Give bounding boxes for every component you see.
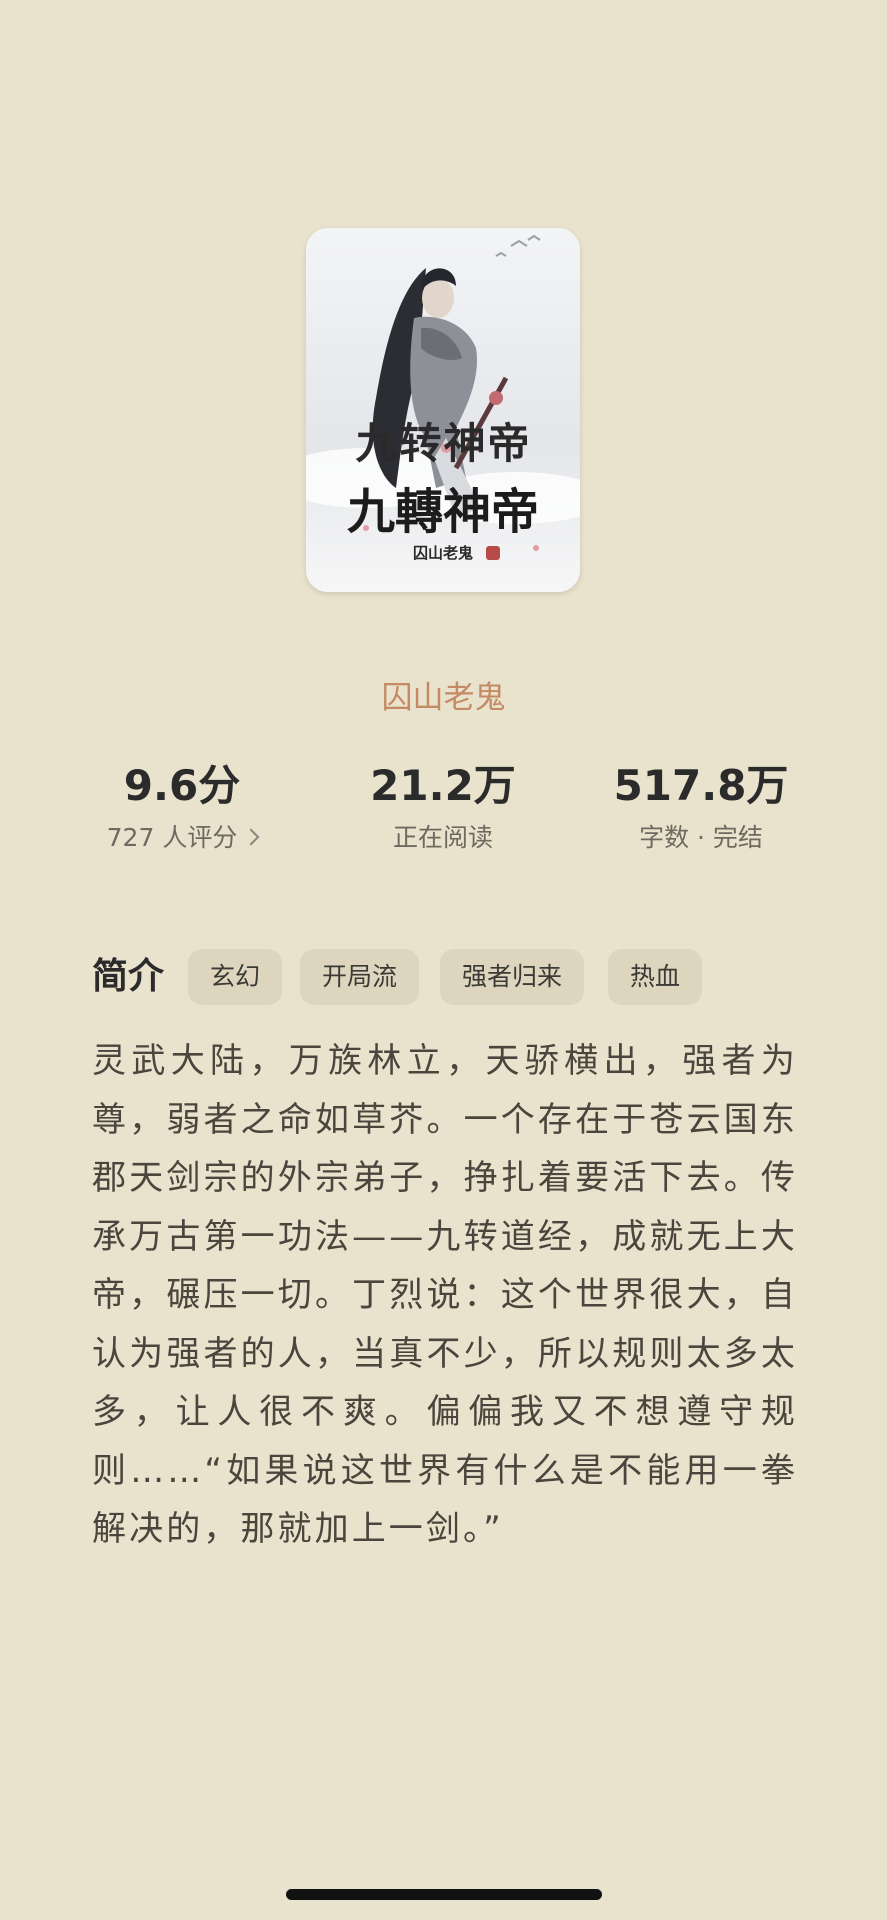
words-label: 字数 · 完结	[639, 823, 763, 852]
tag-xuanhuan[interactable]: 玄幻	[188, 949, 283, 1005]
readers-value: 21.2万	[370, 761, 516, 810]
intro-header: 简介 玄幻 开局流 强者归来 热血	[92, 949, 812, 1005]
words-stat: 517.8万 字数 · 完结	[571, 756, 831, 860]
readers-stat: 21.2万 正在阅读	[313, 756, 573, 860]
tag-kaijuliu[interactable]: 开局流	[300, 949, 420, 1005]
readers-label: 正在阅读	[392, 823, 493, 852]
tag-qiangzheguilai[interactable]: 强者归来	[440, 949, 585, 1005]
cover-author-art: 囚山老鬼	[413, 544, 473, 562]
home-indicator[interactable]	[286, 1889, 602, 1900]
rating-count: 727 人评分	[52, 816, 312, 860]
stats-row: 9.6分 727 人评分 21.2万 正在阅读 517.8万 字数 · 完结	[0, 756, 887, 866]
rating-value: 9.6分	[123, 761, 241, 810]
tag-rexue[interactable]: 热血	[608, 949, 703, 1005]
words-value: 517.8万	[613, 761, 789, 810]
cover-title-art: 九轉神帝	[347, 484, 539, 540]
book-title: 九转神帝	[355, 419, 532, 468]
book-author-link[interactable]: 囚山老鬼	[0, 672, 887, 717]
intro-heading: 简介	[92, 956, 165, 997]
synopsis-text: 灵武大陆，万族林立，天骄横出，强者为尊，弱者之命如草芥。一个存在于苍云国东郡天剑…	[92, 1041, 798, 1549]
rating-count-text: 727 人评分	[106, 823, 238, 852]
chevron-right-icon	[242, 828, 260, 846]
rating-stat[interactable]: 9.6分 727 人评分	[52, 756, 312, 860]
